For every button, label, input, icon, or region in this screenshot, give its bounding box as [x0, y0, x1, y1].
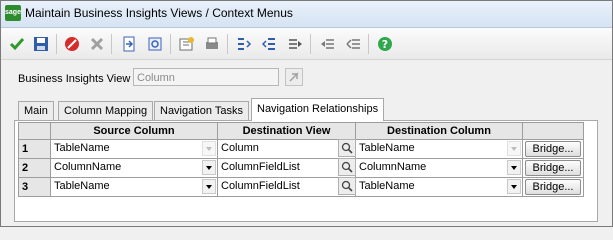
- outdent-icon[interactable]: [318, 34, 338, 54]
- import-icon[interactable]: [145, 34, 165, 54]
- bridge-cell: Bridge...: [522, 177, 584, 197]
- source-dropdown-button[interactable]: [202, 141, 216, 156]
- indent-icon[interactable]: [285, 34, 305, 54]
- table-row[interactable]: 2 ColumnName ColumnFieldList ColumnName …: [18, 158, 584, 178]
- destination-column-value: TableName: [359, 142, 415, 154]
- bridge-header: [522, 122, 584, 140]
- source-column-value: TableName: [54, 142, 110, 154]
- toolbar-separator: [56, 34, 57, 54]
- source-column-cell[interactable]: TableName: [50, 177, 218, 197]
- lookup-icon: [289, 72, 299, 82]
- delete-icon[interactable]: [62, 34, 82, 54]
- destination-column-value: ColumnName: [359, 161, 427, 173]
- bridge-button[interactable]: Bridge...: [525, 160, 581, 176]
- source-column-cell[interactable]: TableName: [50, 139, 218, 159]
- destination-column-dropdown-button[interactable]: [507, 179, 521, 194]
- lookup-view-button[interactable]: [285, 68, 303, 86]
- magnifier-icon: [341, 142, 353, 154]
- row-number[interactable]: 1: [18, 139, 51, 159]
- source-column-value: TableName: [54, 180, 110, 192]
- destination-view-value: ColumnFieldList: [221, 161, 300, 173]
- chevron-down-icon: [206, 146, 212, 151]
- sage-app-icon: sage: [5, 5, 21, 21]
- table-row[interactable]: 1 TableName Column TableName Bridge...: [18, 139, 584, 159]
- magnifier-icon: [341, 180, 353, 192]
- destination-view-lookup-button[interactable]: [338, 158, 356, 176]
- maintain-views-window: sage Maintain Business Insights Views / …: [0, 0, 613, 227]
- view-field-label: Business Insights View: [18, 73, 131, 85]
- destination-view-cell[interactable]: Column: [217, 139, 356, 159]
- toolbar-separator: [227, 34, 228, 54]
- destination-column-header[interactable]: Destination Column: [355, 122, 523, 140]
- toolbar: ?: [1, 28, 612, 60]
- destination-column-value: TableName: [359, 180, 415, 192]
- chevron-down-icon: [511, 146, 517, 151]
- toolbar-separator: [111, 34, 112, 54]
- save-icon[interactable]: [31, 34, 51, 54]
- row-number[interactable]: 2: [18, 158, 51, 178]
- row-number[interactable]: 3: [18, 177, 51, 197]
- toolbar-separator: [310, 34, 311, 54]
- toolbar-separator: [368, 34, 369, 54]
- relationships-grid: Source Column Destination View Destinati…: [18, 122, 584, 197]
- up-icon[interactable]: [344, 34, 364, 54]
- svg-text:?: ?: [382, 38, 388, 51]
- destination-column-cell[interactable]: TableName: [355, 177, 523, 197]
- export-icon[interactable]: [119, 34, 139, 54]
- check-icon[interactable]: [7, 34, 27, 54]
- bridge-cell: Bridge...: [522, 139, 584, 159]
- bridge-cell: Bridge...: [522, 158, 584, 178]
- corner-header: [18, 122, 51, 140]
- table-row[interactable]: 3 TableName ColumnFieldList TableName Br…: [18, 177, 584, 197]
- source-dropdown-button[interactable]: [202, 179, 216, 194]
- window-title: Maintain Business Insights Views / Conte…: [25, 6, 293, 20]
- tab-navigation-tasks[interactable]: Navigation Tasks: [154, 101, 249, 120]
- bridge-button[interactable]: Bridge...: [525, 141, 581, 157]
- chevron-down-icon: [511, 184, 517, 189]
- chevron-down-icon: [206, 184, 212, 189]
- source-dropdown-button[interactable]: [202, 160, 216, 175]
- bridge-button[interactable]: Bridge...: [525, 179, 581, 195]
- destination-view-header[interactable]: Destination View: [217, 122, 356, 140]
- print-icon[interactable]: [202, 34, 222, 54]
- toolbar-separator: [170, 34, 171, 54]
- tab-navigation-relationships[interactable]: Navigation Relationships: [251, 98, 385, 121]
- insert-rows-icon[interactable]: [234, 34, 254, 54]
- destination-view-lookup-button[interactable]: [338, 177, 356, 195]
- tab-column-mapping[interactable]: Column Mapping: [58, 101, 154, 120]
- chevron-down-icon: [511, 165, 517, 170]
- help-icon[interactable]: ?: [375, 34, 395, 54]
- properties-icon[interactable]: [177, 34, 197, 54]
- destination-column-dropdown-button[interactable]: [507, 160, 521, 175]
- destination-column-cell[interactable]: TableName: [355, 139, 523, 159]
- view-field-input[interactable]: Column: [133, 68, 279, 86]
- source-column-value: ColumnName: [54, 161, 122, 173]
- delete-rows-icon[interactable]: [260, 34, 280, 54]
- grid-header-row: Source Column Destination View Destinati…: [18, 122, 584, 140]
- tab-main[interactable]: Main: [18, 101, 54, 120]
- destination-view-cell[interactable]: ColumnFieldList: [217, 177, 356, 197]
- chevron-down-icon: [206, 165, 212, 170]
- cancel-x-icon[interactable]: [87, 34, 107, 54]
- title-bar: sage Maintain Business Insights Views / …: [1, 1, 612, 28]
- destination-view-lookup-button[interactable]: [338, 139, 356, 157]
- destination-view-value: Column: [221, 142, 259, 154]
- source-column-header[interactable]: Source Column: [50, 122, 218, 140]
- magnifier-icon: [341, 161, 353, 173]
- source-column-cell[interactable]: ColumnName: [50, 158, 218, 178]
- destination-column-cell[interactable]: ColumnName: [355, 158, 523, 178]
- destination-view-cell[interactable]: ColumnFieldList: [217, 158, 356, 178]
- destination-column-dropdown-button[interactable]: [507, 141, 521, 156]
- destination-view-value: ColumnFieldList: [221, 180, 300, 192]
